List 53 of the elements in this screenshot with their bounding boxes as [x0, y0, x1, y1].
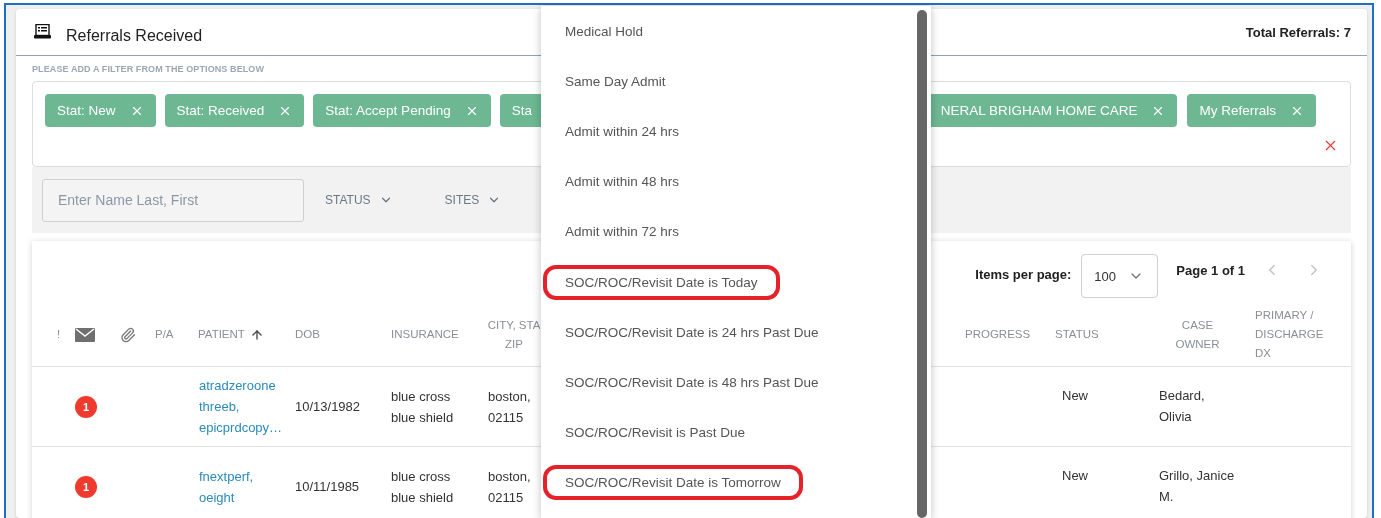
menu-item[interactable]: SOC/ROC/Revisit Date is Tomorrow — [543, 465, 803, 501]
column-header[interactable]: CITY, STA ZIP — [482, 315, 541, 354]
report-icon — [34, 23, 51, 39]
filter-hint: PLEASE ADD A FILTER FROM THE OPTIONS BELOW — [32, 64, 266, 74]
filter-chip[interactable]: My Referrals — [1187, 94, 1316, 127]
menu-item[interactable]: Admit within 48 hrs — [543, 164, 702, 200]
menu-item[interactable]: SOC/ROC/Revisit is Past Due — [543, 415, 768, 451]
page-indicator: Page 1 of 1 — [1176, 262, 1245, 278]
column-header[interactable]: DOB — [290, 325, 320, 344]
column-header[interactable]: PROGRESS — [960, 325, 1031, 344]
column-header[interactable]: P/A — [150, 325, 174, 344]
column-header[interactable]: ! — [52, 325, 61, 344]
column-header[interactable]: PATIENT — [193, 325, 264, 344]
filter-dropdown[interactable]: SITES — [444, 193, 502, 207]
filter-dropdown[interactable]: STATUS — [325, 193, 393, 207]
paperclip-icon — [120, 326, 136, 343]
filter-chip[interactable]: Sta — [499, 94, 541, 127]
filter-chip[interactable]: Stat: Received — [164, 94, 305, 127]
patient-link[interactable]: fnextperf, oeight — [193, 465, 290, 508]
table-cell-text: blue cross blue shield — [390, 387, 454, 427]
menu-item[interactable]: SOC/ROC/Revisit Date is 24 hrs Past Due — [543, 314, 841, 350]
items-per-page-select[interactable]: 100 — [1081, 254, 1159, 298]
table-cell-text: blue cross blue shield — [390, 467, 454, 507]
column-header[interactable]: INSURANCE — [386, 325, 459, 344]
patient-link[interactable]: atradzeroone threeb, epicprdcopy… — [193, 375, 290, 438]
total-referrals: Total Referrals: 7 — [1245, 24, 1351, 40]
column-header[interactable]: STATUS — [1050, 325, 1099, 344]
menu-item[interactable]: Medical Hold — [543, 13, 666, 49]
notification-count: 1 — [75, 395, 97, 418]
table-cell-text: New — [1061, 467, 1088, 485]
filter-chip[interactable]: Stat: Accept Pending — [313, 94, 491, 127]
table-cell-text: Bedard, Olivia — [1158, 387, 1205, 426]
table-cell-text: boston, 02115 — [487, 387, 531, 427]
menu-item[interactable]: Admit within 24 hrs — [543, 113, 702, 149]
filter-chip[interactable]: NERAL BRIGHAM HOME CARE — [931, 94, 1178, 127]
name-search-field[interactable]: Enter Name Last, First — [42, 178, 304, 222]
table-cell-text: 10/13/1982 — [294, 398, 361, 416]
table-cell-text: boston, 02115 — [487, 467, 531, 507]
menu-item[interactable]: Admit within 72 hrs — [543, 214, 702, 250]
scrollbar[interactable] — [917, 10, 927, 518]
column-header[interactable]: PRIMARY / DISCHARGE DX — [1250, 306, 1324, 363]
panel-title: Referrals Received — [66, 27, 203, 45]
notification-count: 1 — [75, 475, 97, 498]
column-header[interactable]: CASE OWNER — [1170, 315, 1220, 354]
sort-up-icon — [249, 327, 264, 342]
filter-chip[interactable]: Stat: New — [45, 94, 156, 127]
table-cell-text: New — [1061, 387, 1088, 405]
table-cell-text: 10/11/1985 — [294, 478, 360, 496]
menu-item[interactable]: SOC/ROC/Revisit Date is Today — [543, 264, 780, 300]
menu-item[interactable]: Same Day Admit — [543, 63, 688, 99]
items-per-page-label: Items per page: — [975, 266, 1072, 282]
menu-item[interactable]: SOC/ROC/Revisit Date is 48 hrs Past Due — [543, 364, 841, 400]
table-cell-text: Grillo, Janice M. — [1158, 467, 1235, 506]
